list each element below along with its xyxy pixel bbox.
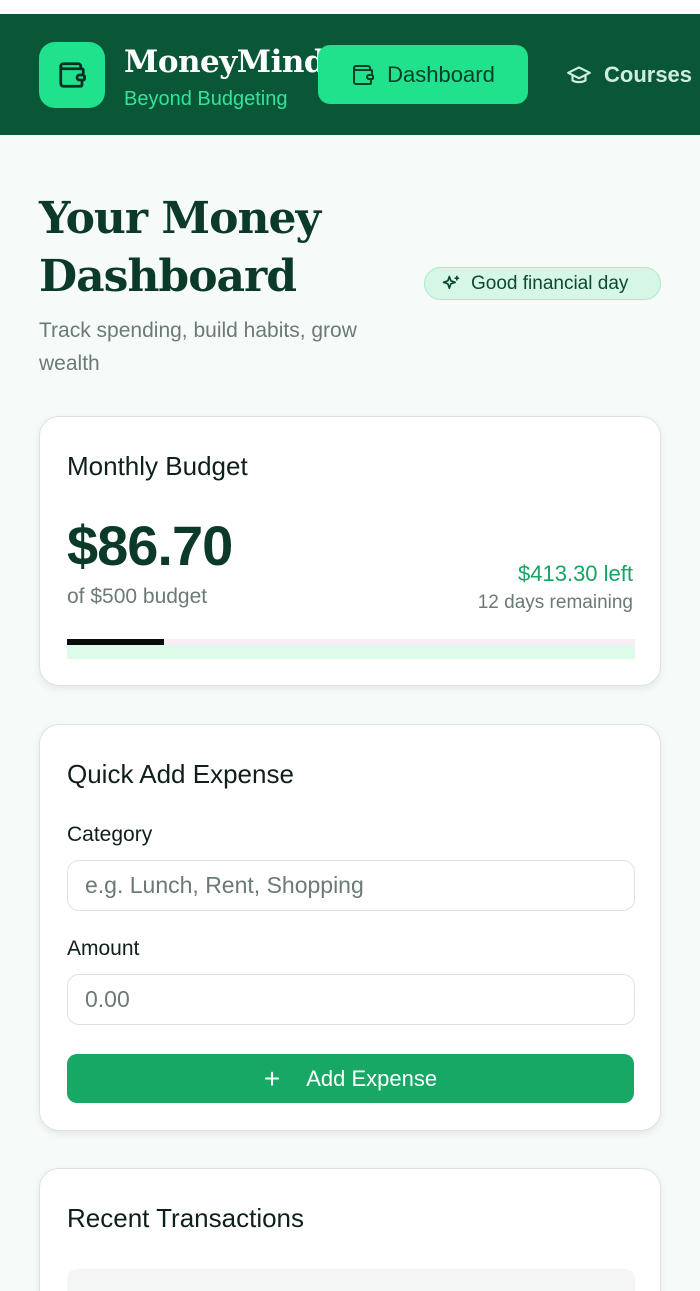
budget-spent-amount: $86.70	[67, 514, 233, 577]
nav-item-label: Courses	[604, 61, 693, 87]
nav-item-label: Dashboard	[387, 61, 495, 87]
amount-input[interactable]	[67, 974, 635, 1025]
progress-fill	[67, 639, 164, 645]
status-badge-label: Good financial day	[471, 272, 629, 294]
status-strip	[0, 0, 700, 14]
wallet-icon	[59, 62, 86, 88]
recent-transactions-card: Recent Transactions	[39, 1168, 661, 1291]
days-remaining: 12 days remaining	[477, 592, 633, 613]
status-badge: Good financial day	[424, 267, 661, 300]
page-title: Your Money Dashboard	[39, 193, 321, 302]
brand-tagline: Beyond Budgeting	[124, 88, 288, 110]
wallet-icon	[353, 64, 375, 85]
category-label: Category	[67, 823, 153, 846]
budget-progress-bar	[67, 639, 635, 659]
add-expense-label: Add Expense	[306, 1065, 438, 1091]
app-header: MoneyMind Beyond Budgeting Dashboard Cou…	[0, 14, 700, 135]
graduation-cap-icon	[567, 65, 591, 83]
budget-remaining: $413.30 left	[518, 561, 633, 586]
transaction-row[interactable]	[67, 1269, 635, 1291]
brand-name: MoneyMind	[124, 44, 326, 80]
page-subtitle: Track spending, build habits, grow wealt…	[39, 319, 357, 375]
logo[interactable]	[39, 42, 105, 108]
card-title: Recent Transactions	[67, 1203, 305, 1233]
quick-add-expense-card: Quick Add Expense Category Amount + Add …	[39, 724, 661, 1131]
amount-label: Amount	[67, 937, 140, 960]
category-input[interactable]	[67, 860, 635, 911]
sparkles-icon	[442, 275, 460, 289]
budget-total: of $500 budget	[67, 585, 208, 608]
card-title: Quick Add Expense	[67, 759, 294, 789]
nav-item-dashboard[interactable]: Dashboard	[318, 45, 528, 104]
add-expense-button[interactable]: + Add Expense	[67, 1054, 634, 1103]
monthly-budget-card: Monthly Budget $86.70 of $500 budget $41…	[39, 416, 661, 686]
plus-icon: +	[263, 1062, 281, 1094]
nav-item-courses[interactable]: Courses	[566, 45, 692, 104]
card-title: Monthly Budget	[67, 451, 248, 481]
